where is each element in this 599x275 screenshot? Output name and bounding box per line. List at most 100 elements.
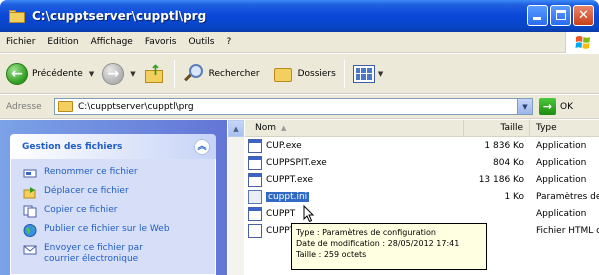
views-button[interactable]: ▼ bbox=[349, 58, 387, 90]
file-name: CUP.exe bbox=[266, 140, 302, 151]
forward-button[interactable]: → ▼ bbox=[98, 58, 139, 90]
task-email-label: Envoyer ce fichier par bbox=[44, 243, 143, 253]
copy-icon bbox=[23, 205, 37, 218]
views-icon bbox=[352, 64, 375, 83]
menu-favorites[interactable]: Favoris bbox=[139, 37, 183, 47]
minimize-icon bbox=[533, 17, 541, 20]
forward-dropdown-icon[interactable]: ▼ bbox=[130, 70, 135, 78]
go-arrow-icon: → bbox=[539, 98, 556, 115]
menu-tools[interactable]: Outils bbox=[182, 37, 220, 47]
task-copy-label: Copier ce fichier bbox=[44, 205, 118, 215]
mouse-cursor-icon bbox=[303, 205, 315, 223]
back-button[interactable]: ← Précédente ▼ bbox=[2, 58, 98, 90]
window-title: C:\cupptserver\cupptl\prg bbox=[32, 9, 207, 23]
exe-file-icon bbox=[248, 172, 262, 187]
exe-file-icon bbox=[248, 206, 262, 221]
sort-ascending-icon: ▲ bbox=[281, 123, 287, 132]
file-name: CUPPT.exe bbox=[266, 174, 313, 185]
windows-logo-icon bbox=[565, 32, 599, 53]
back-label: Précédente bbox=[32, 68, 83, 79]
up-folder-button[interactable]: ↑ bbox=[140, 58, 170, 90]
task-email[interactable]: Envoyer ce fichier par courrier électron… bbox=[23, 243, 215, 267]
mail-icon bbox=[23, 243, 37, 256]
address-value: C:\cupptserver\cupptl\prg bbox=[78, 101, 194, 112]
rename-icon bbox=[23, 167, 37, 180]
menu-edit[interactable]: Edition bbox=[41, 37, 84, 47]
address-input[interactable]: C:\cupptserver\cupptl\prg ▼ bbox=[54, 98, 533, 115]
task-move-label: Déplacer ce fichier bbox=[44, 186, 129, 196]
task-rename[interactable]: Renommer ce fichier bbox=[23, 167, 215, 186]
address-bar: Adresse C:\cupptserver\cupptl\prg ▼ → OK bbox=[0, 95, 599, 119]
tooltip-date: Date de modification : 28/05/2012 17:41 bbox=[296, 239, 460, 248]
tooltip-type: Type : Paramètres de configuration bbox=[296, 228, 436, 237]
file-row-selected[interactable]: cuppt.ini 1 Ko Paramètres de c bbox=[245, 188, 599, 205]
file-tasks-title: Gestion des fichiers bbox=[22, 141, 123, 152]
folder-icon bbox=[58, 101, 73, 112]
address-label: Adresse bbox=[6, 101, 42, 112]
address-dropdown-icon[interactable]: ▼ bbox=[517, 99, 532, 114]
title-bar: C:\cupptserver\cupptl\prg ✕ bbox=[0, 0, 599, 32]
file-size: 1 Ko bbox=[504, 191, 524, 202]
folders-icon bbox=[272, 64, 294, 84]
globe-icon bbox=[23, 224, 37, 237]
file-size: 13 186 Ko bbox=[478, 174, 524, 185]
task-publish-web[interactable]: Publier ce fichier sur le Web bbox=[23, 224, 215, 243]
column-header-name[interactable]: Nom ▲ bbox=[245, 119, 464, 137]
up-folder-icon: ↑ bbox=[144, 63, 166, 84]
task-rename-label: Renommer ce fichier bbox=[44, 167, 138, 177]
back-dropdown-icon[interactable]: ▼ bbox=[89, 70, 94, 78]
file-tasks-list: Renommer ce fichier Déplacer ce fichier … bbox=[10, 159, 216, 275]
maximize-button[interactable] bbox=[550, 5, 571, 26]
search-button[interactable]: Rechercher bbox=[179, 58, 264, 90]
task-copy[interactable]: Copier ce fichier bbox=[23, 205, 215, 224]
menu-view[interactable]: Affichage bbox=[85, 37, 139, 47]
file-name: cuppt.ini bbox=[266, 191, 310, 202]
menu-file[interactable]: Fichier bbox=[0, 37, 41, 47]
back-arrow-icon: ← bbox=[6, 62, 28, 85]
scroll-up-button[interactable]: ▲ bbox=[228, 120, 244, 137]
file-type: Fichier HTML cor bbox=[536, 225, 599, 236]
file-size: 804 Ko bbox=[493, 157, 524, 168]
folders-button[interactable]: Dossiers bbox=[268, 58, 340, 90]
html-file-icon bbox=[248, 223, 262, 238]
column-headers: Nom ▲ Taille Type bbox=[245, 119, 599, 137]
task-pane: Gestion des fichiers ︽ Renommer ce fichi… bbox=[0, 120, 227, 275]
file-type: Application bbox=[536, 174, 587, 185]
column-header-size[interactable]: Taille bbox=[464, 119, 530, 137]
views-dropdown-icon[interactable]: ▼ bbox=[378, 70, 383, 78]
move-icon bbox=[23, 186, 37, 199]
search-label: Rechercher bbox=[208, 68, 260, 79]
task-move[interactable]: Déplacer ce fichier bbox=[23, 186, 215, 205]
minimize-button[interactable] bbox=[527, 5, 548, 26]
menu-bar: Fichier Edition Affichage Favoris Outils… bbox=[0, 32, 599, 53]
file-row[interactable]: CUPPT Application bbox=[245, 205, 599, 222]
file-row[interactable]: CUPPT.exe 13 186 Ko Application bbox=[245, 171, 599, 188]
file-type: Application bbox=[536, 208, 587, 219]
go-button[interactable]: → OK bbox=[539, 98, 573, 115]
toolbar-separator bbox=[173, 59, 175, 88]
file-type: Application bbox=[536, 157, 587, 168]
close-icon: ✕ bbox=[578, 8, 589, 23]
file-size: 1 836 Ko bbox=[484, 140, 524, 151]
column-header-type[interactable]: Type bbox=[530, 120, 599, 137]
tooltip-size: Taille : 259 octets bbox=[296, 250, 367, 259]
menu-help[interactable]: ? bbox=[220, 37, 237, 47]
toolbar: ← Précédente ▼ → ▼ ↑ Rechercher Dossiers… bbox=[0, 54, 599, 94]
close-button[interactable]: ✕ bbox=[573, 5, 594, 26]
file-type: Application bbox=[536, 140, 587, 151]
file-tasks-box: Gestion des fichiers ︽ Renommer ce fichi… bbox=[10, 134, 216, 275]
file-tasks-header[interactable]: Gestion des fichiers ︽ bbox=[10, 134, 216, 159]
task-email-label-line2: courrier électronique bbox=[44, 254, 139, 264]
window-controls: ✕ bbox=[527, 5, 594, 26]
search-icon bbox=[183, 63, 205, 85]
ini-file-icon bbox=[248, 189, 262, 204]
exe-file-icon bbox=[248, 155, 262, 170]
chevron-up-icon: ▲ bbox=[233, 124, 239, 133]
file-info-tooltip: Type : Paramètres de configuration Date … bbox=[291, 223, 487, 270]
task-publish-web-label: Publier ce fichier sur le Web bbox=[44, 224, 170, 234]
file-type: Paramètres de c bbox=[536, 191, 599, 202]
scrollbar-track[interactable] bbox=[228, 137, 244, 275]
file-row[interactable]: CUP.exe 1 836 Ko Application bbox=[245, 137, 599, 154]
file-row[interactable]: CUPPSPIT.exe 804 Ko Application bbox=[245, 154, 599, 171]
collapse-chevron-icon[interactable]: ︽ bbox=[194, 139, 210, 155]
